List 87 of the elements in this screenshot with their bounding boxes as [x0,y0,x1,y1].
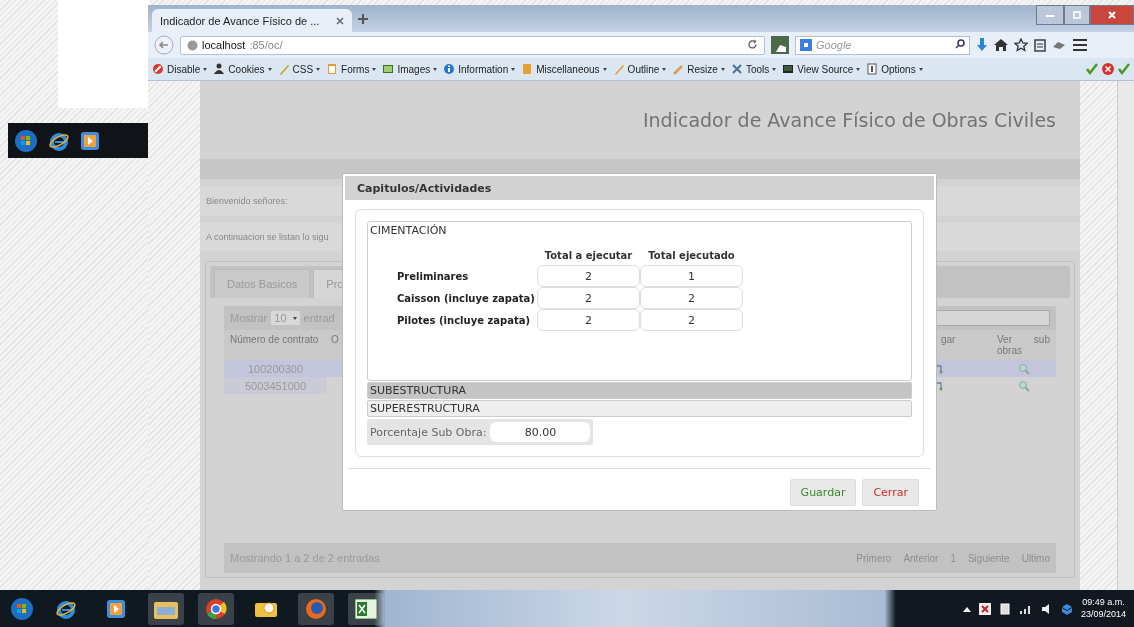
toolbar-menu[interactable]: Disable [152,63,208,75]
toolbar-menu[interactable]: Forms [326,63,377,75]
percent-label: Porcentaje Sub Obra: [370,425,487,439]
pencil-icon [612,63,625,75]
clock-time: 09:49 a.m. [1082,597,1125,609]
star-icon[interactable] [1014,38,1028,52]
start-icon[interactable] [10,596,34,621]
no-entry-icon [152,63,164,75]
download-icon[interactable] [976,38,988,52]
browser-tab[interactable]: Indicador de Avance Físico de ... [152,9,352,32]
close-button[interactable]: Cerrar [862,479,919,506]
search-field[interactable] [934,310,1050,326]
column-header: Total ejecutado [647,250,736,263]
table-cell-text: 100200300 [246,361,305,377]
address-field[interactable]: localhost :85/oc/ [180,35,765,55]
battery-icon[interactable] [998,602,1011,615]
close-icon[interactable] [336,16,344,25]
accordion-header[interactable]: SUBESTRUCTURA [367,382,912,399]
toolbar-menu[interactable]: Information [443,63,516,75]
maximize-button[interactable] [1064,5,1090,25]
toolbar-menu[interactable]: Options [866,63,923,75]
dialog-title: Capitulos/Actividades [345,176,934,200]
planned-field[interactable]: 2 [537,265,640,287]
clipboard-icon [326,63,339,75]
monitor-icon [782,63,795,75]
done-field[interactable]: 1 [640,265,743,287]
check-icon[interactable] [1118,63,1130,75]
done-field[interactable]: 2 [640,287,743,309]
toolbar-menu[interactable]: Cookies [213,63,272,75]
error-icon[interactable] [1102,63,1114,75]
close-icon [1108,11,1116,19]
planned-field[interactable]: 2 [537,287,640,309]
close-button[interactable] [1090,5,1134,25]
url-host: localhost [202,39,246,51]
signal-icon[interactable] [1018,603,1033,614]
minimize-button[interactable] [1036,5,1064,25]
toolbar-menu[interactable]: View Source [782,63,861,75]
scrollbar[interactable] [1117,81,1134,590]
toolbar-menu[interactable]: Miscellaneous [521,63,607,75]
tray-arrow-icon[interactable] [962,605,971,612]
globe-icon [187,39,198,51]
url-path: :85/oc/ [249,39,283,51]
start-icon[interactable] [14,128,38,153]
planned-field[interactable]: 2 [537,309,640,331]
media-player-icon[interactable] [80,130,100,151]
clipboard-icon[interactable] [1034,38,1046,52]
wand-icon [277,63,290,75]
clock-date: 23/09/2014 [1080,608,1126,620]
save-button[interactable]: Guardar [789,479,857,506]
maximize-icon [1073,11,1081,19]
menu-icon[interactable] [1072,38,1088,52]
section-title[interactable]: CIMENTACIÓN [370,224,909,237]
activity-label: Preliminares [397,270,470,282]
info-icon [443,63,456,75]
flag-icon[interactable] [978,602,991,615]
ruler-icon [672,63,685,75]
clock[interactable]: 09:49 a.m. 23/09/2014 [1080,597,1126,620]
column-header: Total a ejecutar [543,250,634,263]
options-icon [866,63,879,75]
site-icon[interactable] [771,36,789,54]
toolbar-menu[interactable]: Outline [612,63,667,75]
page-title: Indicador de Avance Físico de Obras Civiles [642,109,1056,131]
done-field[interactable]: 2 [640,309,743,331]
toolbar-menu[interactable]: Tools [730,63,777,75]
search-placeholder: Google [816,39,852,51]
book-icon [521,63,534,75]
picture-icon [382,63,395,75]
accordion-header[interactable]: SUPERESTRUCTURA [367,400,912,417]
home-icon[interactable] [994,39,1008,51]
toolbar-menu[interactable]: Images [382,63,438,75]
media-player-icon[interactable] [106,598,126,619]
table-cell: 5003451000 [224,377,327,394]
toolbar-menu[interactable]: CSS [277,63,321,75]
spreadsheet-icon[interactable] [355,598,377,619]
plus-icon[interactable] [358,13,368,24]
person-icon [213,63,226,75]
reload-icon[interactable] [747,38,758,50]
search-icon[interactable] [955,39,965,49]
activity-label: Pilotes (incluye zapata) [397,314,531,326]
tab-title: Indicador de Avance Físico de ... [160,14,320,27]
activity-label: Caisson (incluye zapata) [397,292,536,304]
percent-field[interactable]: 80.00 [490,422,591,442]
minimize-icon [1046,13,1054,17]
toolbar-menu[interactable]: Resize [672,63,725,75]
check-icon[interactable] [1086,63,1098,75]
tools-icon [730,63,743,75]
box-icon[interactable] [1060,602,1073,615]
